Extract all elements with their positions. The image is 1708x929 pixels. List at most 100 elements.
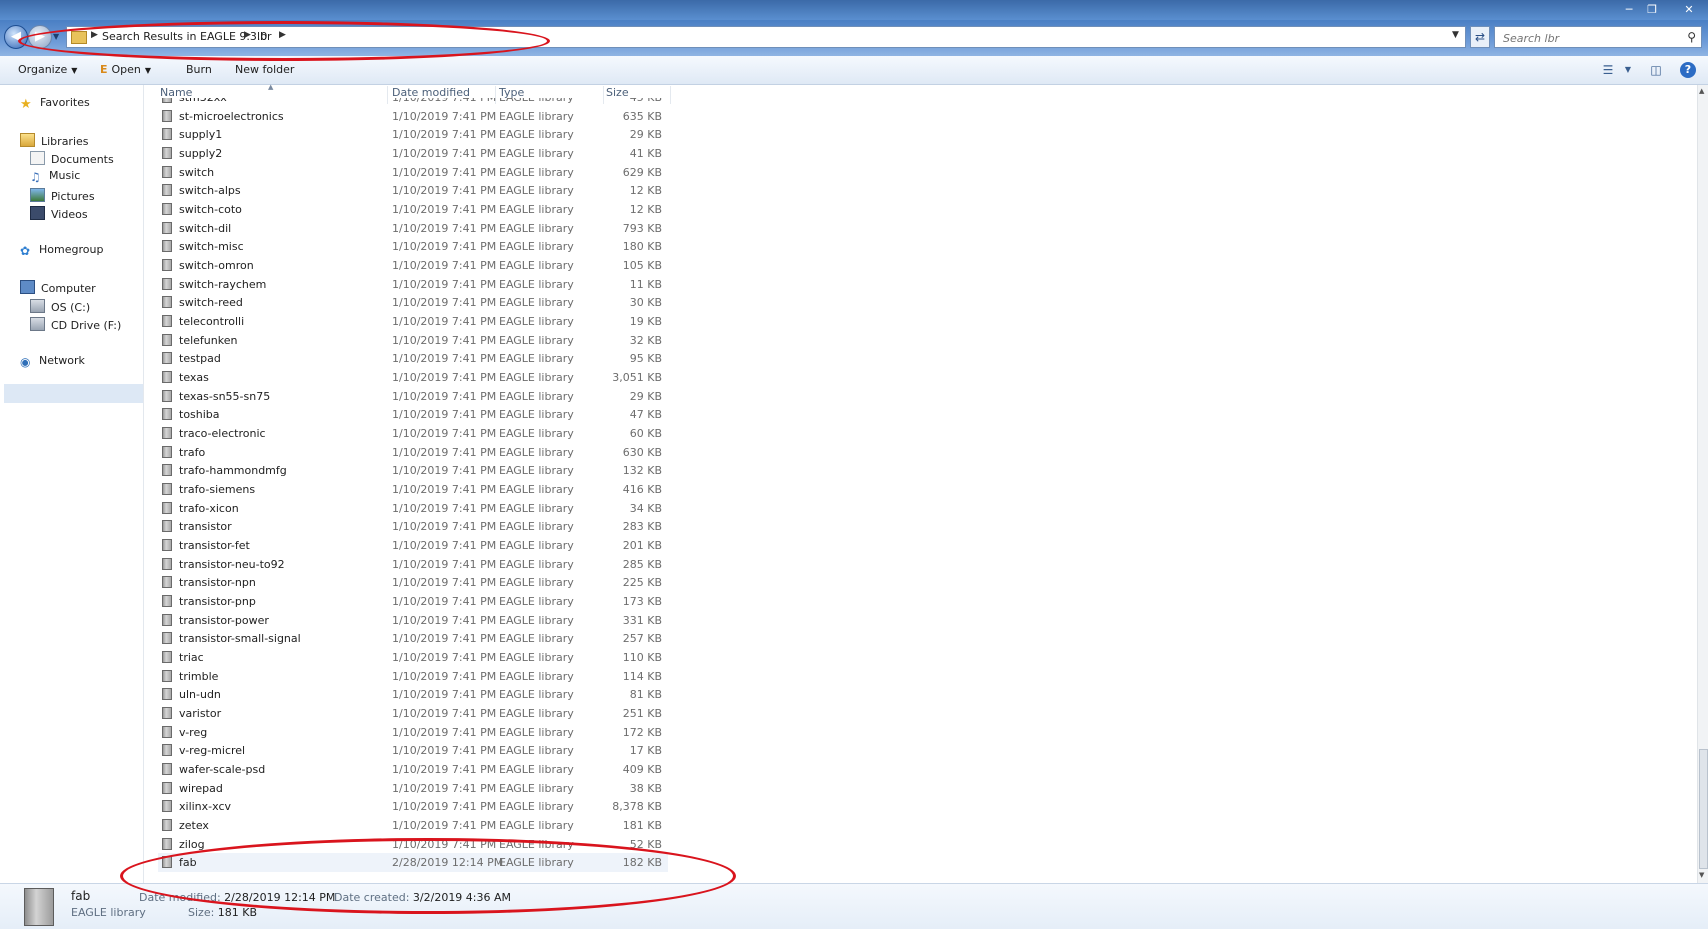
minimize-icon[interactable]: ─ — [1620, 3, 1638, 17]
open-button[interactable]: E Open ▼ — [100, 63, 151, 76]
table-row[interactable]: trafo-siemens 1/10/2019 7:41 PM EAGLE libr… — [158, 480, 668, 499]
table-row[interactable]: transistor-neu-to92 1/10/2019 7:41 PM EAGL… — [158, 555, 668, 574]
table-row[interactable]: triac 1/10/2019 7:41 PM EAGLE library 110 K… — [158, 648, 668, 667]
address-dropdown-chevron-down-icon[interactable]: ▼ — [1452, 30, 1459, 40]
nav-music[interactable]: ♫ Music — [30, 169, 80, 184]
refresh-icon: ⇄ — [1474, 30, 1486, 44]
file-date-modified: 1/10/2019 7:41 PM — [392, 147, 497, 160]
help-icon[interactable]: ? — [1680, 62, 1696, 78]
table-row[interactable]: transistor-fet 1/10/2019 7:41 PM EAGLE lib… — [158, 536, 668, 555]
view-options-icon[interactable]: ☰ — [1600, 62, 1616, 78]
back-button[interactable]: ◀ — [4, 25, 28, 49]
view-chevron-down-icon[interactable]: ▼ — [1620, 62, 1636, 78]
table-row[interactable]: transistor-power 1/10/2019 7:41 PM EAGLE l… — [158, 611, 668, 630]
table-row[interactable]: varistor 1/10/2019 7:41 PM EAGLE library 25… — [158, 704, 668, 723]
nav-pictures[interactable]: Pictures — [30, 188, 95, 203]
file-date-modified: 1/10/2019 7:41 PM — [392, 352, 497, 366]
search-input[interactable] — [1501, 28, 1675, 48]
table-row[interactable]: trafo-hammondmfg 1/10/2019 7:41 PM EAGLE l… — [158, 461, 668, 480]
table-row[interactable]: texas-sn55-sn75 1/10/2019 7:41 PM EAGLE li… — [158, 387, 668, 406]
table-row[interactable]: transistor-pnp 1/10/2019 7:41 PM EAGLE lib… — [158, 592, 668, 611]
close-icon[interactable]: ✕ — [1680, 3, 1698, 17]
table-row[interactable]: supply2 1/10/2019 7:41 PM EAGLE library 41 … — [158, 144, 668, 163]
table-row[interactable]: traco-electronic 1/10/2019 7:41 PM EAGLE l… — [158, 424, 668, 443]
search-icon[interactable]: ⚲ — [1687, 30, 1696, 44]
table-row[interactable]: switch-misc 1/10/2019 7:41 PM EAGLE librar… — [158, 237, 668, 256]
table-row[interactable]: fab 2/28/2019 12:14 PM EAGLE library 182 KB — [158, 853, 668, 873]
breadcrumb-lbr[interactable]: lbr — [257, 30, 272, 43]
table-row[interactable]: telefunken 1/10/2019 7:41 PM EAGLE library… — [158, 331, 668, 350]
scrollbar-thumb[interactable] — [1699, 749, 1708, 869]
table-row[interactable]: stm32xx 1/10/2019 7:41 PMEAGLE library 45 … — [158, 98, 668, 107]
table-row[interactable]: transistor-small-signal 1/10/2019 7:41 PM… — [158, 629, 668, 648]
table-row[interactable]: supply1 1/10/2019 7:41 PM EAGLE library 29 … — [158, 125, 668, 144]
table-row[interactable]: trafo-xicon 1/10/2019 7:41 PM EAGLE librar… — [158, 499, 668, 518]
table-row[interactable]: v-reg 1/10/2019 7:41 PM EAGLE library 172 K… — [158, 723, 668, 742]
nav-favorites[interactable]: ★ Favorites — [20, 96, 90, 112]
recent-pages-chevron-down-icon[interactable]: ▼ — [53, 32, 59, 41]
vertical-scrollbar[interactable]: ▲ ▼ — [1697, 85, 1708, 883]
file-name: trafo-xicon — [179, 501, 239, 515]
table-row[interactable]: v-reg-micrel 1/10/2019 7:41 PM EAGLE libra… — [158, 741, 668, 760]
breadcrumb-separator-icon[interactable]: ▶ — [279, 30, 286, 40]
preview-pane-icon[interactable]: ◫ — [1648, 62, 1664, 78]
scroll-up-icon[interactable]: ▲ — [1699, 87, 1704, 95]
table-row[interactable]: testpad 1/10/2019 7:41 PM EAGLE library 95 … — [158, 349, 668, 368]
address-bar[interactable]: ▶ Search Results in EAGLE 9.3.0 ▶ lbr ▶ … — [66, 26, 1466, 48]
scroll-down-icon[interactable]: ▼ — [1699, 871, 1704, 879]
burn-button[interactable]: Burn — [186, 63, 212, 76]
nav-network[interactable]: ◉ Network — [20, 354, 85, 369]
nav-videos[interactable]: Videos — [30, 206, 88, 221]
breadcrumb-search-results[interactable]: Search Results in EAGLE 9.3.0 — [102, 30, 267, 43]
table-row[interactable]: transistor-npn 1/10/2019 7:41 PM EAGLE lib… — [158, 573, 668, 592]
table-row[interactable]: transistor 1/10/2019 7:41 PM EAGLE library… — [158, 517, 668, 536]
table-row[interactable]: telecontrolli 1/10/2019 7:41 PM EAGLE libr… — [158, 312, 668, 331]
forward-button[interactable]: ▶ — [28, 25, 52, 49]
eagle-library-file-icon — [162, 427, 172, 440]
file-name: supply2 — [179, 147, 223, 160]
file-type: EAGLE library — [499, 98, 574, 104]
hard-drive-icon — [30, 299, 45, 313]
file-size: 3,051 KB — [612, 371, 662, 385]
nav-computer[interactable]: Computer — [20, 280, 96, 295]
table-row[interactable]: xilinx-xcv 1/10/2019 7:41 PM EAGLE library… — [158, 797, 668, 816]
search-box[interactable]: ⚲ — [1494, 26, 1702, 48]
nav-libraries[interactable]: Libraries — [20, 133, 89, 148]
file-size: 114 KB — [622, 669, 662, 683]
file-type: EAGLE library — [499, 613, 574, 627]
table-row[interactable]: switch-omron 1/10/2019 7:41 PM EAGLE libra… — [158, 256, 668, 275]
table-row[interactable]: zilog 1/10/2019 7:41 PM EAGLE library 52 KB — [158, 835, 668, 854]
table-row[interactable]: wafer-scale-psd 1/10/2019 7:41 PM EAGLE li… — [158, 760, 668, 779]
table-row[interactable]: toshiba 1/10/2019 7:41 PM EAGLE library 47 … — [158, 405, 668, 424]
file-type: EAGLE library — [499, 501, 574, 515]
table-row[interactable]: switch 1/10/2019 7:41 PM EAGLE library 629 … — [158, 163, 668, 182]
table-row[interactable]: trafo 1/10/2019 7:41 PM EAGLE library 630 K… — [158, 443, 668, 462]
table-row[interactable]: uln-udn 1/10/2019 7:41 PM EAGLE library 81 … — [158, 685, 668, 704]
nav-os-c[interactable]: OS (C:) — [30, 299, 90, 314]
file-type: EAGLE library — [499, 371, 574, 385]
table-row[interactable]: switch-reed 1/10/2019 7:41 PM EAGLE librar… — [158, 293, 668, 312]
file-date-modified: 1/10/2019 7:41 PM — [392, 109, 497, 123]
nav-homegroup[interactable]: ✿ Homegroup — [20, 243, 103, 258]
table-row[interactable]: wirepad 1/10/2019 7:41 PM EAGLE library 38 … — [158, 779, 668, 798]
file-name: toshiba — [179, 408, 220, 422]
restore-icon[interactable]: ❐ — [1643, 3, 1661, 17]
table-row[interactable]: st-microelectronics 1/10/2019 7:41 PM EAGL… — [158, 107, 668, 126]
nav-documents[interactable]: Documents — [30, 151, 114, 166]
eagle-library-file-icon — [162, 221, 172, 234]
table-row[interactable]: switch-alps 1/10/2019 7:41 PM EAGLE librar… — [158, 181, 668, 200]
file-date-modified: 1/10/2019 7:41 PM — [392, 725, 497, 739]
new-folder-button[interactable]: New folder — [235, 63, 294, 76]
nav-cd-drive[interactable]: CD Drive (F:) — [30, 317, 121, 332]
table-row[interactable]: trimble 1/10/2019 7:41 PM EAGLE library 114… — [158, 667, 668, 686]
organize-button[interactable]: Organize ▼ — [18, 63, 77, 76]
file-name: switch-misc — [179, 240, 244, 254]
table-row[interactable]: switch-raychem 1/10/2019 7:41 PM EAGLE lib… — [158, 275, 668, 294]
breadcrumb-separator-icon[interactable]: ▶ — [244, 30, 251, 40]
refresh-button[interactable]: ⇄ — [1470, 26, 1490, 48]
table-row[interactable]: zetex 1/10/2019 7:41 PM EAGLE library 181 K… — [158, 816, 668, 835]
table-row[interactable]: switch-coto 1/10/2019 7:41 PM EAGLE librar… — [158, 200, 668, 219]
breadcrumb-separator-icon[interactable]: ▶ — [91, 30, 98, 40]
table-row[interactable]: switch-dil 1/10/2019 7:41 PM EAGLE library… — [158, 219, 668, 238]
table-row[interactable]: texas 1/10/2019 7:41 PM EAGLE library 3,051… — [158, 368, 668, 387]
